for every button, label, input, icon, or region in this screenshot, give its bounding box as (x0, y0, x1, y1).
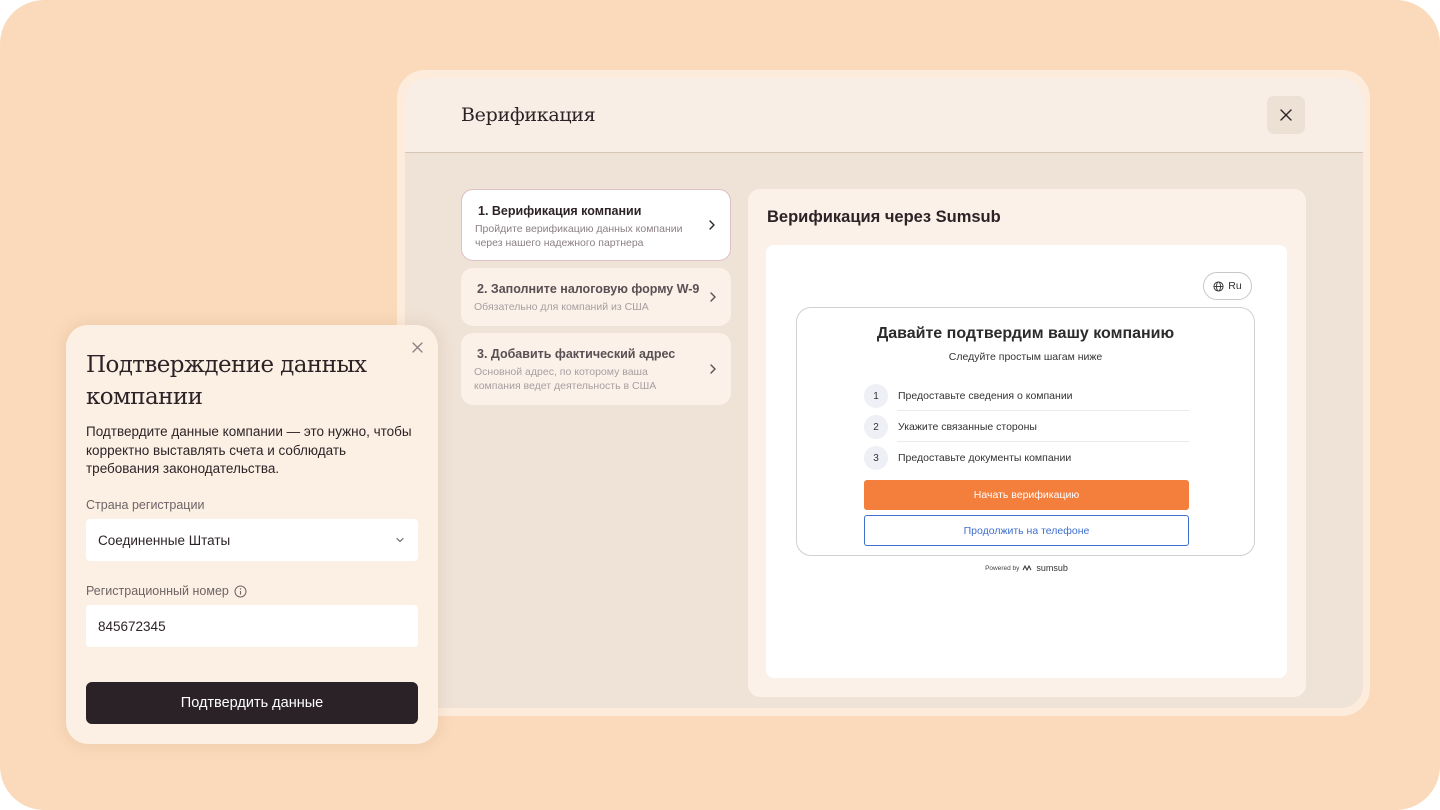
card-subtitle: Следуйте простым шагам ниже (948, 351, 1103, 363)
card-title: Давайте подтвердим вашу компанию (876, 325, 1175, 342)
modal-close-button[interactable] (408, 338, 426, 356)
sumsub-widget: Ru Давайте подтвердим вашу компанию След… (766, 245, 1287, 678)
step-subtitle: Пройдите верификацию данных компании чере… (475, 223, 683, 249)
powered-by-brand: sumsub (1036, 563, 1068, 573)
step-text: Предоставьте документы компании (898, 452, 1072, 464)
regnum-label: Регистрационный номер (86, 584, 247, 598)
step-actual-address[interactable]: 3. Добавить фактический адрес Основной а… (461, 333, 731, 405)
country-value: Соединенные Штаты (98, 532, 231, 548)
step-text: Предоставьте сведения о компании (898, 390, 1073, 402)
modal-title: Подтверждение данных компании (86, 352, 367, 410)
list-item: 2 Укажите связанные стороны (864, 411, 1189, 443)
continue-on-phone-button[interactable]: Продолжить на телефоне (864, 515, 1189, 546)
step-title: 1. Верификация компании (478, 204, 642, 218)
chevron-right-icon (710, 364, 716, 374)
sumsub-logo-icon (1022, 564, 1032, 572)
step-number: 2 (864, 415, 888, 439)
step-tax-form[interactable]: 2. Заполните налоговую форму W-9 Обязате… (461, 268, 731, 326)
list-item: 3 Предоставьте документы компании (864, 442, 1189, 474)
step-title: 2. Заполните налоговую форму W-9 (477, 282, 700, 296)
close-icon (411, 341, 423, 353)
list-item: 1 Предоставьте сведения о компании (864, 380, 1189, 412)
window-header: Верификация (405, 78, 1363, 153)
powered-by: Powered by sumsub (766, 563, 1287, 573)
window-close-button[interactable] (1267, 96, 1305, 134)
window-title: Верификация (461, 104, 596, 126)
chevron-right-icon (709, 220, 715, 230)
step-number: 3 (864, 446, 888, 470)
verification-window: Верификация 1. Верификация компании Прой… (405, 78, 1363, 708)
step-title: 3. Добавить фактический адрес (477, 347, 676, 361)
modal-description: Подтвердите данные компании — это нужно,… (86, 424, 412, 476)
info-icon[interactable] (234, 585, 247, 598)
regnum-input[interactable]: 845672345 (86, 605, 418, 647)
confirm-data-button[interactable]: Подтвердить данные (86, 682, 418, 724)
step-number: 1 (864, 384, 888, 408)
step-verify-company[interactable]: 1. Верификация компании Пройдите верифик… (461, 189, 731, 261)
country-select[interactable]: Соединенные Штаты (86, 519, 418, 561)
chevron-right-icon (710, 292, 716, 302)
powered-by-label: Powered by (985, 564, 1020, 572)
step-subtitle: Обязательно для компаний из США (474, 301, 649, 313)
chevron-down-icon (396, 537, 404, 543)
close-icon (1280, 109, 1292, 121)
confirm-company-modal: Подтверждение данных компании Подтвердит… (66, 325, 438, 744)
country-label: Страна регистрации (86, 498, 205, 512)
verification-card: Давайте подтвердим вашу компанию Следуйт… (796, 307, 1255, 556)
globe-icon (1213, 280, 1224, 292)
sumsub-panel: Верификация через Sumsub Ru Давайте подт… (748, 189, 1306, 697)
step-subtitle: Основной адрес, по которому ваша компания… (474, 366, 657, 392)
language-button[interactable]: Ru (1203, 272, 1252, 300)
panel-title: Верификация через Sumsub (767, 208, 1001, 226)
step-text: Укажите связанные стороны (898, 421, 1037, 433)
language-label: Ru (1228, 280, 1242, 292)
start-verification-button[interactable]: Начать верификацию (864, 480, 1189, 510)
regnum-value: 845672345 (98, 618, 166, 634)
